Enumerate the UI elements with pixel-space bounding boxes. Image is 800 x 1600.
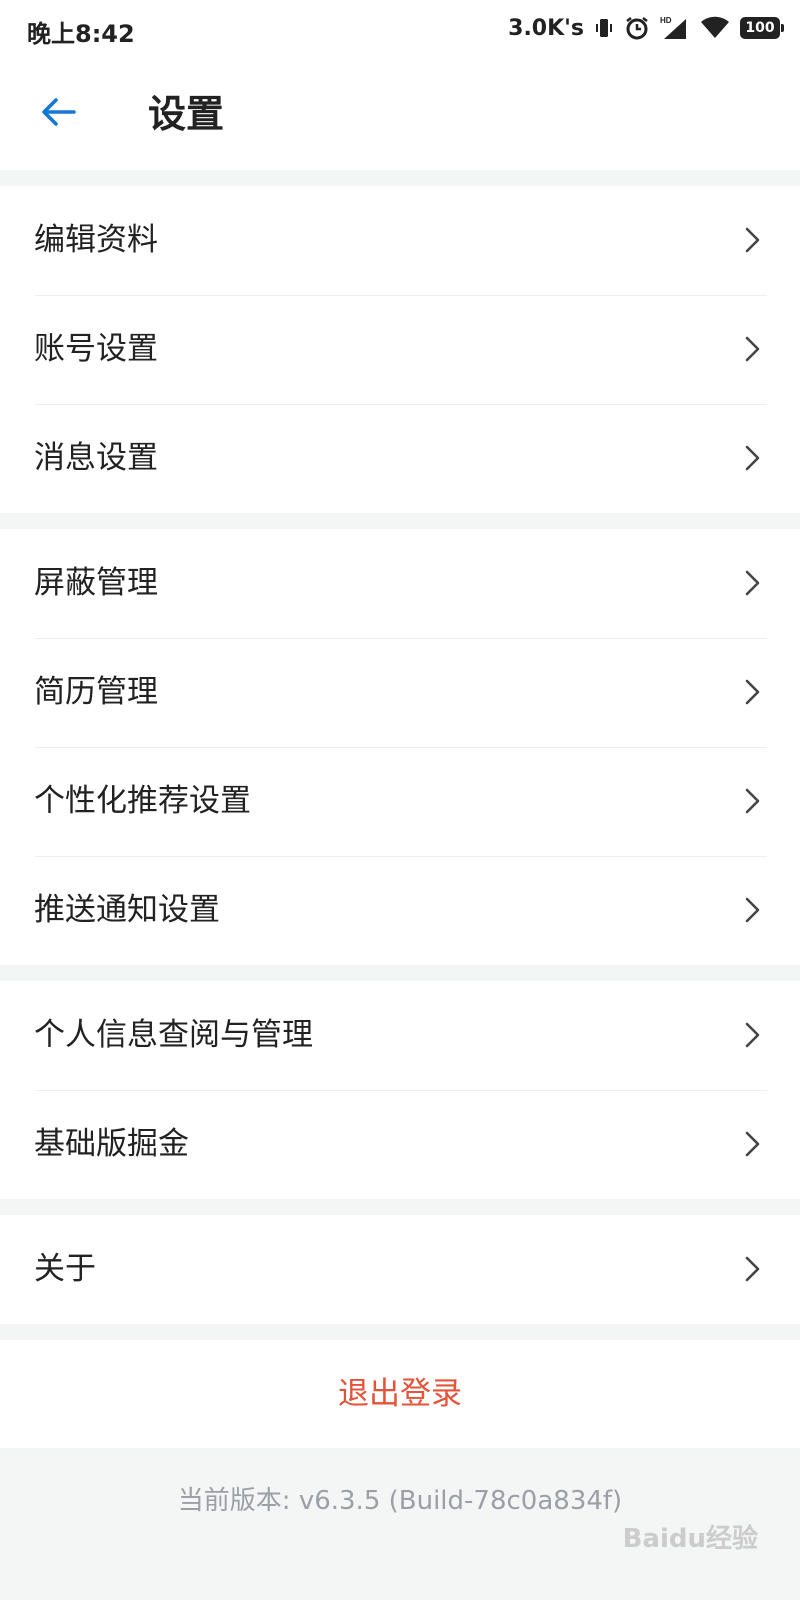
status-bar: 晚上8:42 3.0K's HD 100	[0, 0, 800, 58]
chevron-right-icon	[745, 445, 760, 471]
wifi-icon	[700, 16, 730, 40]
menu-group-profile: 编辑资料 账号设置 消息设置	[0, 186, 800, 513]
svg-text:HD: HD	[660, 16, 672, 25]
alarm-icon	[624, 15, 650, 41]
signal-icon: HD	[660, 15, 690, 41]
page-title: 设置	[148, 92, 225, 136]
menu-item-push-notification[interactable]: 推送通知设置	[0, 856, 800, 965]
arrow-left-icon	[42, 98, 76, 126]
menu-item-personalized-recommendation[interactable]: 个性化推荐设置	[0, 747, 800, 856]
vibrate-icon	[594, 16, 614, 40]
menu-item-label: 消息设置	[34, 440, 158, 476]
menu-item-label: 简历管理	[34, 674, 158, 710]
chevron-right-icon	[745, 1256, 760, 1282]
battery-level: 100	[745, 20, 775, 36]
chevron-right-icon	[745, 1022, 760, 1048]
menu-group-privacy: 个人信息查阅与管理 基础版掘金	[0, 981, 800, 1199]
version-text: 当前版本: v6.3.5 (Build-78c0a834f)	[177, 1486, 623, 1516]
menu-item-resume-management[interactable]: 简历管理	[0, 638, 800, 747]
menu-item-label: 个人信息查阅与管理	[34, 1017, 313, 1053]
menu-item-about[interactable]: 关于	[0, 1215, 800, 1324]
app-bar: 设置	[0, 58, 800, 170]
status-time: 晚上8:42	[27, 20, 135, 48]
logout-label: 退出登录	[338, 1376, 462, 1412]
menu-item-block-management[interactable]: 屏蔽管理	[0, 529, 800, 638]
menu-item-label: 推送通知设置	[34, 892, 220, 928]
battery-icon: 100	[740, 17, 784, 39]
menu-item-edit-profile[interactable]: 编辑资料	[0, 186, 800, 295]
status-icons: 3.0K's HD 100	[508, 12, 784, 44]
menu-item-label: 个性化推荐设置	[34, 783, 251, 819]
chevron-right-icon	[745, 336, 760, 362]
net-speed: 3.0K's	[508, 15, 584, 41]
chevron-right-icon	[745, 788, 760, 814]
menu-item-account-settings[interactable]: 账号设置	[0, 295, 800, 404]
chevron-right-icon	[745, 679, 760, 705]
chevron-right-icon	[745, 1131, 760, 1157]
menu-item-personal-info[interactable]: 个人信息查阅与管理	[0, 981, 800, 1090]
back-button[interactable]	[30, 84, 86, 140]
logout-button[interactable]: 退出登录	[0, 1340, 800, 1448]
menu-item-label: 基础版掘金	[34, 1126, 189, 1162]
menu-item-label: 编辑资料	[34, 222, 158, 258]
menu-item-basic-version[interactable]: 基础版掘金	[0, 1090, 800, 1199]
watermark: Baidu经验	[622, 1524, 758, 1554]
chevron-right-icon	[745, 570, 760, 596]
menu-item-label: 账号设置	[34, 331, 158, 367]
menu-group-management: 屏蔽管理 简历管理 个性化推荐设置 推送通知设置	[0, 529, 800, 965]
menu-item-label: 关于	[34, 1251, 96, 1287]
chevron-right-icon	[745, 227, 760, 253]
menu-group-about: 关于	[0, 1215, 800, 1324]
menu-item-message-settings[interactable]: 消息设置	[0, 404, 800, 513]
chevron-right-icon	[745, 897, 760, 923]
menu-item-label: 屏蔽管理	[34, 565, 158, 601]
